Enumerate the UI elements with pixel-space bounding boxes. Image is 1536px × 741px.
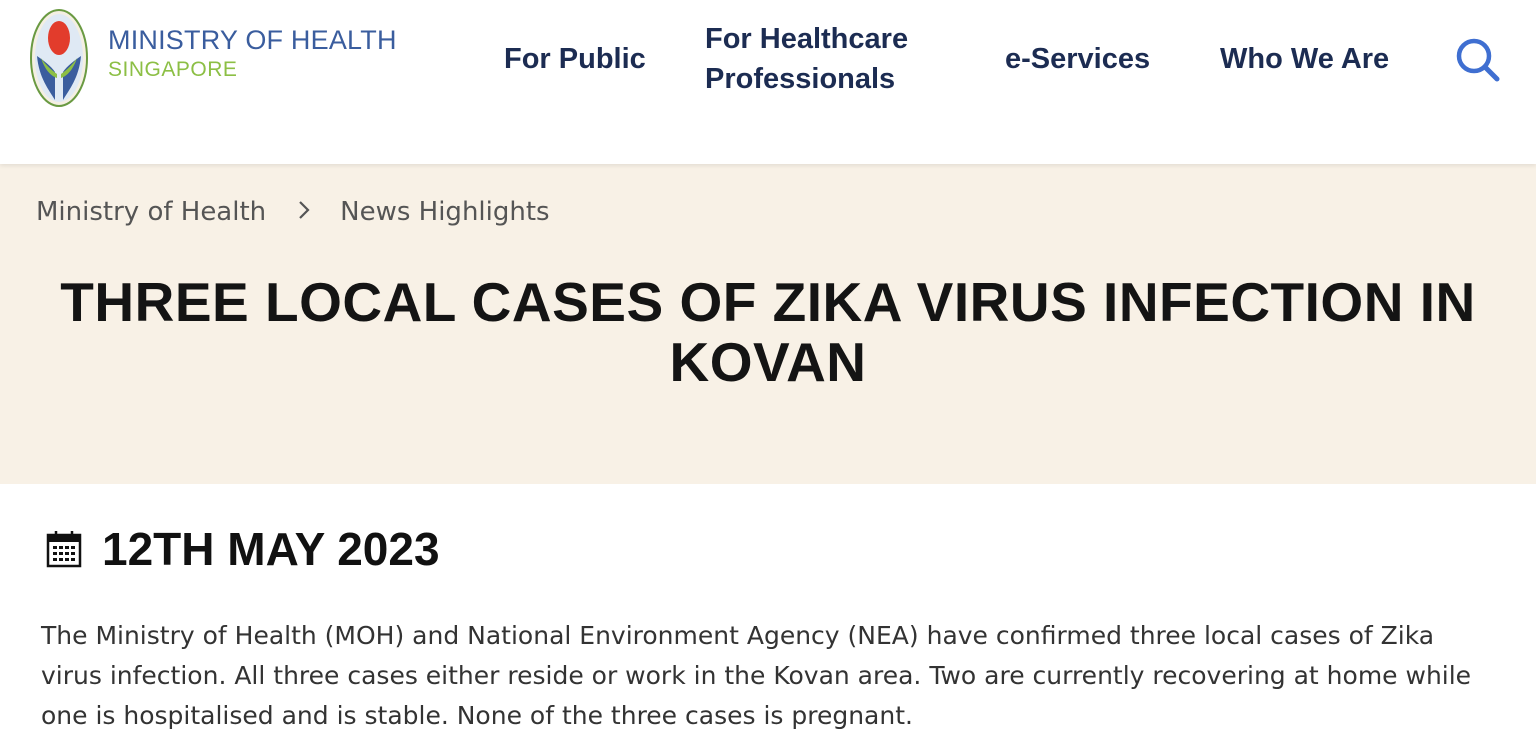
nav-e-services[interactable]: e-Services [1005, 39, 1150, 79]
search-icon[interactable] [1452, 34, 1502, 84]
article-date: 12TH MAY 2023 [46, 521, 440, 577]
breadcrumb: Ministry of Health News Highlights [36, 194, 550, 230]
page-hero: Ministry of Health News Highlights THREE … [0, 164, 1536, 484]
article-body: The Ministry of Health (MOH) and Nationa… [41, 621, 1472, 730]
nav-who-we-are[interactable]: Who We Are [1220, 39, 1389, 79]
moh-emblem-icon[interactable] [29, 8, 89, 108]
breadcrumb-home-link[interactable]: Ministry of Health [36, 197, 266, 227]
breadcrumb-news-link[interactable]: News Highlights [340, 197, 549, 227]
date-label: 12TH MAY 2023 [102, 523, 440, 575]
calendar-icon [46, 531, 82, 568]
page-title: THREE LOCAL CASES OF ZIKA VIRUS INFECTIO… [60, 271, 1476, 393]
logo-title: MINISTRY OF HEALTH [108, 25, 397, 55]
site-logo[interactable]: MINISTRY OF HEALTH SINGAPORE [108, 25, 397, 81]
site-header: MINISTRY OF HEALTH SINGAPORE For Public … [0, 0, 1536, 164]
nav-for-healthcare-professionals[interactable]: For Healthcare Professionals [705, 19, 935, 99]
chevron-right-icon [299, 201, 310, 219]
logo-subtitle: SINGAPORE [108, 58, 238, 81]
nav-for-public[interactable]: For Public [504, 39, 646, 79]
